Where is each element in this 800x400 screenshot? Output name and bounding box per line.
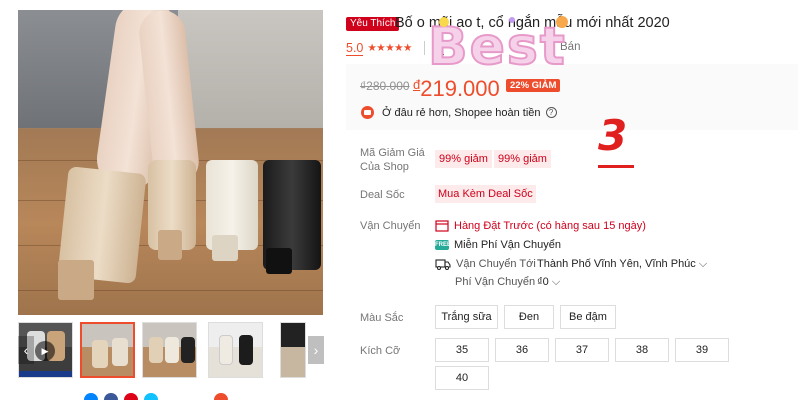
pinterest-icon[interactable] (124, 393, 138, 400)
favorite-badge: Yêu Thích (346, 17, 400, 31)
guarantee-icon (361, 106, 374, 119)
ship-fee-label: Phí Vận Chuyển (455, 276, 536, 288)
discount-badge: 22% GIẢM (506, 79, 561, 92)
twitter-icon[interactable] (144, 393, 158, 400)
voucher-label-line1: Mã Giảm Giá (360, 147, 425, 159)
size-option-35[interactable]: 35 (435, 338, 489, 362)
photo-boot-heel (212, 235, 238, 261)
voucher-label: Mã Giảm Giá Của Shop (360, 146, 425, 174)
best-watermark-text: Best (428, 17, 567, 77)
photo-boot-heel (266, 248, 292, 274)
deal-button[interactable]: Mua Kèm Deal Sốc (435, 185, 536, 203)
thumbnail-4[interactable] (208, 322, 263, 378)
color-option-1[interactable]: Trắng sữa (435, 305, 498, 329)
rating-score: 5.0 (346, 40, 364, 56)
preorder-text: Hàng Đặt Trước (có hàng sau 15 ngày) (454, 219, 646, 232)
play-icon: ▶ (35, 341, 55, 361)
chevron-down-icon: ⌵ (698, 258, 708, 270)
ship-to-dropdown[interactable]: Thành Phố Vĩnh Yên, Vĩnh Phúc ⌵ (537, 258, 707, 271)
messenger-icon[interactable] (84, 393, 98, 400)
size-option-38[interactable]: 38 (615, 338, 669, 362)
shipping-label: Vận Chuyển (360, 220, 421, 232)
size-option-40[interactable]: 40 (435, 366, 489, 390)
size-label: Kích Cỡ (360, 345, 401, 357)
photo-boot-heel (58, 260, 94, 300)
color-option-2[interactable]: Đen (504, 305, 554, 329)
size-option-37[interactable]: 37 (555, 338, 609, 362)
thumbnail-3[interactable] (142, 322, 197, 378)
guarantee-text: Ở đâu rẻ hơn, Shopee hoàn tiền (382, 106, 541, 119)
calendar-icon (435, 220, 449, 232)
voucher-tag-2[interactable]: 99% giảm (494, 150, 551, 168)
color-label: Màu Sắc (360, 312, 404, 324)
facebook-icon[interactable] (104, 393, 118, 400)
ship-to-value: Thành Phố Vĩnh Yên, Vĩnh Phúc (537, 258, 696, 270)
free-shipping-text: Miễn Phí Vận Chuyển (454, 239, 562, 251)
thumbnail-strip: ▶ ‹ › (18, 322, 324, 380)
chevron-down-icon: ⌵ (551, 276, 561, 288)
deal-label: Deal Sốc (360, 189, 405, 201)
preorder-row: Hàng Đặt Trước (có hàng sau 15 ngày) (435, 219, 646, 232)
color-option-3[interactable]: Be đậm (560, 305, 616, 329)
ship-fee-value: ₫0 (537, 276, 549, 288)
photo-boot-heel (158, 230, 182, 260)
gallery-prev-arrow[interactable]: ‹ (18, 336, 34, 364)
truck-icon (435, 259, 451, 270)
product-main-image[interactable] (18, 10, 323, 315)
rating[interactable]: 5.0 ★★★★★ (346, 40, 412, 56)
thumbnail-2[interactable] (80, 322, 135, 378)
size-option-39[interactable]: 39 (675, 338, 729, 362)
free-shipping-row: FREE Miễn Phí Vận Chuyển (435, 239, 561, 251)
like-icon[interactable] (214, 393, 228, 400)
ship-to-row: Vận Chuyển Tới (435, 258, 536, 270)
original-price: ₫280.000 (360, 79, 410, 93)
size-option-36[interactable]: 36 (495, 338, 549, 362)
voucher-tag-1[interactable]: 99% giảm (435, 150, 492, 168)
best-watermark: Best (427, 16, 568, 78)
star-icons: ★★★★★ (367, 42, 412, 54)
voucher-label-line2: Của Shop (360, 161, 409, 173)
annotation-number: 3 (598, 111, 628, 160)
free-shipping-icon: FREE (435, 240, 452, 250)
thumbnail-5[interactable] (280, 322, 306, 378)
ship-fee-dropdown[interactable]: ₫0 ⌵ (537, 276, 560, 289)
annotation-underline (598, 165, 634, 168)
current-price-value: 219.000 (420, 76, 500, 101)
price-guarantee: Ở đâu rẻ hơn, Shopee hoàn tiền ? (360, 105, 557, 120)
ship-to-label: Vận Chuyển Tới (456, 258, 536, 270)
gallery-next-arrow[interactable]: › (308, 336, 324, 364)
photo-wall (178, 10, 323, 128)
help-icon[interactable]: ? (545, 107, 557, 118)
